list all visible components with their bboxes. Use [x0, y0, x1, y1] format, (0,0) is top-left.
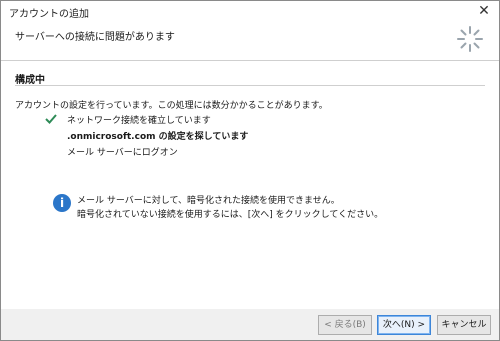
title-bar: アカウントの追加 ✕ — [1, 1, 499, 22]
divider — [1, 60, 499, 61]
busy-spinner-icon — [457, 26, 483, 52]
info-icon: i — [53, 194, 71, 212]
task-find-settings: .onmicrosoft.com の設定を探しています — [67, 132, 249, 142]
page-title: サーバーへの接続に問題があります — [15, 32, 175, 43]
cancel-button[interactable]: キャンセル — [437, 315, 491, 335]
header-panel: サーバーへの接続に問題があります — [1, 22, 499, 60]
add-account-dialog: アカウントの追加 ✕ サーバーへの接続に問題があります 構成中 アカウントの設定… — [0, 0, 500, 341]
info-message-line2: 暗号化されていない接続を使用するには、[次へ] をクリックしてください。 — [77, 210, 384, 220]
task-logon-server: メール サーバーにログオン — [67, 148, 178, 158]
task-network-connection: ネットワーク接続を確立しています — [67, 116, 211, 126]
dialog-footer: < 戻る(B) 次へ(N) > キャンセル — [1, 309, 499, 340]
close-icon[interactable]: ✕ — [475, 2, 493, 20]
section-title: 構成中 — [15, 75, 45, 86]
window-title: アカウントの追加 — [9, 9, 89, 20]
check-icon — [45, 114, 57, 124]
next-button[interactable]: 次へ(N) > — [377, 315, 431, 335]
info-message-line1: メール サーバーに対して、暗号化された接続を使用できません。 — [77, 196, 340, 206]
section-divider — [15, 85, 485, 86]
back-button[interactable]: < 戻る(B) — [318, 315, 372, 335]
status-message: アカウントの設定を行っています。この処理には数分かかることがあります。 — [15, 101, 328, 111]
